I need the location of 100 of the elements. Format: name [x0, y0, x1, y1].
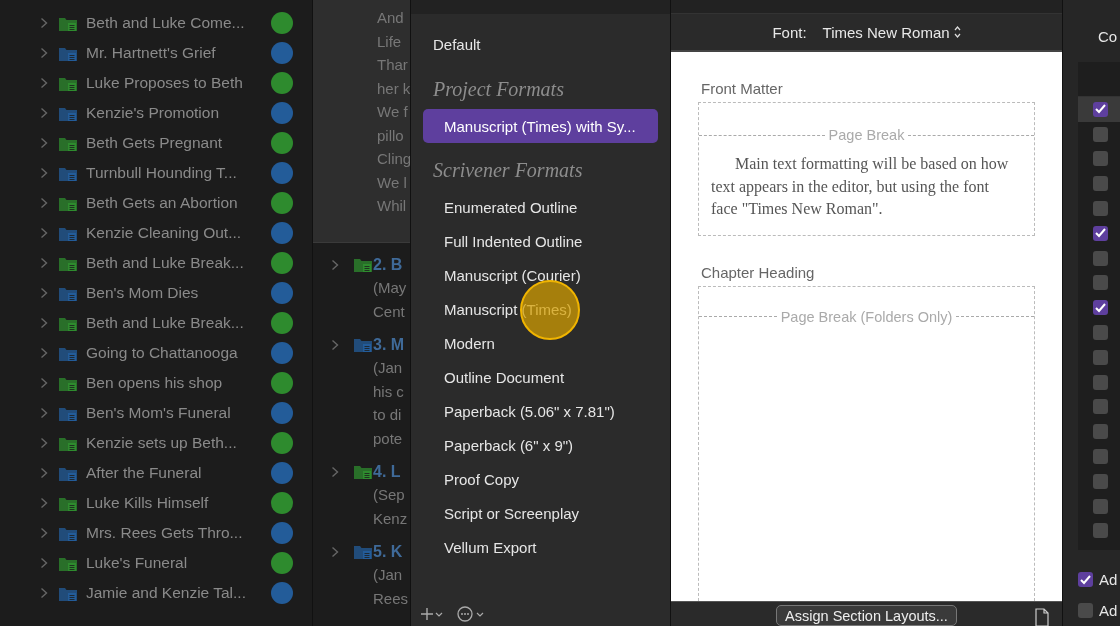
checkbox[interactable]: [1093, 399, 1108, 415]
outline-title[interactable]: 2. B: [373, 253, 410, 276]
format-item[interactable]: Full Indented Outline: [423, 224, 658, 258]
synopsis-line: pote: [373, 428, 404, 449]
chevron-icon[interactable]: [40, 17, 48, 29]
binder-item-title[interactable]: Ben's Mom Dies: [86, 284, 262, 302]
synopsis-line: to di: [373, 405, 403, 425]
chevron-icon[interactable]: [40, 377, 48, 389]
chevron-icon[interactable]: [40, 557, 48, 569]
chevron-icon[interactable]: [40, 77, 48, 89]
editor-text-line: pillo: [377, 125, 405, 146]
editor-text-line: We f: [377, 102, 409, 122]
binder-item-title[interactable]: Beth and Luke Break...: [86, 314, 262, 332]
page-break-label: Page Break: [828, 127, 905, 143]
checkbox[interactable]: [1093, 250, 1108, 266]
chevron-icon[interactable]: [40, 407, 48, 419]
outline-title[interactable]: 4. L: [373, 460, 410, 483]
chevron-icon[interactable]: [331, 465, 339, 478]
binder-item-title[interactable]: Kenzie Cleaning Out...: [86, 224, 262, 242]
format-item[interactable]: Manuscript (Times) with Sy...: [423, 109, 658, 143]
chevron-icon[interactable]: [40, 587, 48, 599]
binder-item-title[interactable]: Turnbull Hounding T...: [86, 164, 262, 182]
chevron-icon[interactable]: [40, 437, 48, 449]
chevron-icon[interactable]: [40, 257, 48, 269]
chevron-icon[interactable]: [40, 227, 48, 239]
binder-item-title[interactable]: Luke Kills Himself: [86, 494, 262, 512]
binder-item-title[interactable]: Beth and Luke Break...: [86, 254, 262, 272]
checkbox[interactable]: [1093, 101, 1108, 117]
more-options-button[interactable]: [457, 606, 485, 622]
checkbox[interactable]: [1093, 523, 1108, 539]
chevron-icon[interactable]: [40, 317, 48, 329]
format-item[interactable]: Proof Copy: [423, 462, 658, 496]
section-heading: Project Formats: [433, 78, 564, 100]
binder-item-title[interactable]: After the Funeral: [86, 464, 262, 482]
binder-item-title[interactable]: Kenzie sets up Beth...: [86, 434, 262, 452]
binder-item-title[interactable]: Luke's Funeral: [86, 554, 262, 572]
font-popup[interactable]: Times New Roman: [822, 23, 961, 41]
binder-item-title[interactable]: Luke Proposes to Beth: [86, 74, 262, 92]
checkbox[interactable]: [1093, 275, 1108, 291]
binder-item-title[interactable]: Jamie and Kenzie Tal...: [86, 584, 262, 602]
chevron-icon[interactable]: [40, 287, 48, 299]
checkbox[interactable]: [1093, 473, 1108, 489]
outline-title[interactable]: 3. M: [373, 333, 410, 356]
add-button[interactable]: [421, 607, 443, 621]
format-item[interactable]: Outline Document: [423, 360, 658, 394]
editor-text-line: And: [377, 8, 405, 28]
synopsis-line: (Jan: [373, 565, 404, 585]
chevron-icon[interactable]: [331, 545, 339, 558]
format-item[interactable]: Vellum Export: [423, 530, 658, 564]
layout-preview[interactable]: Page Break Main text formatting will be based on how text appears in the editor, but using the font face "Times New Roman".: [698, 102, 1035, 236]
format-item[interactable]: Manuscript (Courier): [423, 258, 658, 292]
chevron-icon[interactable]: [40, 197, 48, 209]
checkbox[interactable]: [1093, 300, 1108, 316]
checkbox[interactable]: [1093, 374, 1108, 390]
format-item[interactable]: Script or Screenplay: [423, 496, 658, 530]
chevron-icon[interactable]: [40, 107, 48, 119]
checkbox[interactable]: [1093, 449, 1108, 465]
binder-item-title[interactable]: Beth and Luke Come...: [86, 14, 262, 32]
format-item[interactable]: Enumerated Outline: [423, 190, 658, 224]
checkbox[interactable]: [1093, 151, 1108, 167]
synopsis-line: his c: [373, 381, 405, 402]
binder-item-title[interactable]: Going to Chattanooga: [86, 344, 262, 362]
checkbox[interactable]: [1078, 603, 1093, 618]
format-item[interactable]: Modern: [423, 326, 658, 360]
checkbox[interactable]: [1093, 498, 1108, 514]
editor-text-line: Life: [377, 31, 403, 52]
binder-item-title[interactable]: Mrs. Rees Gets Thro...: [86, 524, 262, 542]
format-item[interactable]: Default: [433, 36, 481, 53]
chevron-icon[interactable]: [40, 137, 48, 149]
binder-item-title[interactable]: Mr. Hartnett's Grief: [86, 44, 262, 62]
binder-item-title[interactable]: Ben's Mom's Funeral: [86, 404, 262, 422]
assign-section-layouts-button[interactable]: Assign Section Layouts...: [776, 605, 957, 626]
option-label: Ad: [1099, 571, 1118, 588]
checkbox[interactable]: [1093, 349, 1108, 365]
checkbox[interactable]: [1093, 176, 1108, 192]
checkbox[interactable]: [1093, 325, 1108, 341]
chevron-icon[interactable]: [40, 467, 48, 479]
chevron-icon[interactable]: [40, 47, 48, 59]
checkbox[interactable]: [1093, 424, 1108, 440]
binder-item-title[interactable]: Beth Gets Pregnant: [86, 134, 262, 152]
binder-item-title[interactable]: Kenzie's Promotion: [86, 104, 262, 122]
chevron-icon[interactable]: [40, 347, 48, 359]
synopsis-line: (Sep: [373, 485, 406, 505]
checkbox[interactable]: [1078, 572, 1093, 587]
chevron-icon[interactable]: [40, 167, 48, 179]
chevron-icon[interactable]: [331, 258, 339, 271]
page-icon[interactable]: [1035, 608, 1049, 626]
format-item[interactable]: Paperback (5.06" x 7.81"): [423, 394, 658, 428]
format-item[interactable]: Paperback (6" x 9"): [423, 428, 658, 462]
checkbox[interactable]: [1093, 225, 1108, 241]
stepper-icon: [953, 26, 961, 38]
chevron-icon[interactable]: [40, 527, 48, 539]
layout-title: Front Matter: [701, 80, 783, 97]
checkbox[interactable]: [1093, 201, 1108, 217]
checkbox[interactable]: [1093, 126, 1108, 142]
binder-item-title[interactable]: Beth Gets an Abortion: [86, 194, 262, 212]
outline-title[interactable]: 5. K: [373, 540, 410, 563]
chevron-icon[interactable]: [40, 497, 48, 509]
chevron-icon[interactable]: [331, 338, 339, 351]
binder-item-title[interactable]: Ben opens his shop: [86, 374, 262, 392]
